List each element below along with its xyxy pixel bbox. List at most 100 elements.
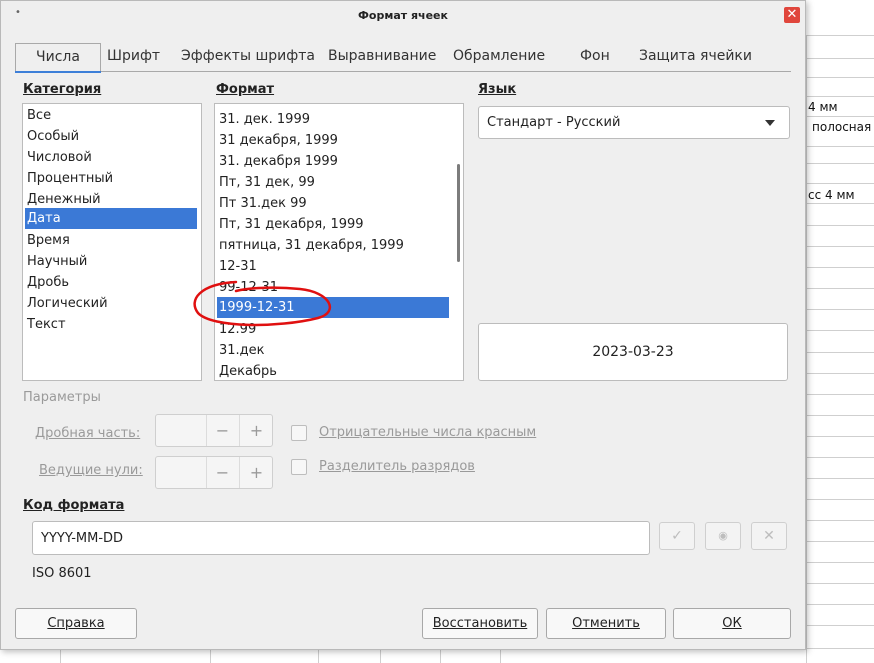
list-item[interactable]: Логический bbox=[25, 293, 199, 314]
list-item[interactable]: 12.99 bbox=[217, 319, 461, 340]
sheet-gridline bbox=[806, 96, 874, 97]
plus-icon[interactable]: + bbox=[240, 457, 273, 488]
tab-divider bbox=[15, 71, 791, 72]
sheet-gridline bbox=[806, 183, 874, 184]
sheet-gridline bbox=[806, 225, 874, 226]
format-listbox[interactable]: 31. дек. 1999 31 декабря, 1999 31. декаб… bbox=[214, 103, 464, 381]
help-button[interactable]: Справка bbox=[15, 608, 137, 639]
sheet-gridline bbox=[806, 35, 807, 663]
sheet-gridline bbox=[806, 146, 874, 147]
leading-zeros-label: Ведущие нули: bbox=[39, 463, 143, 478]
list-item[interactable]: Время bbox=[25, 230, 199, 251]
sheet-gridline bbox=[806, 330, 874, 331]
ok-button[interactable]: ОК bbox=[673, 608, 791, 639]
list-item[interactable]: Денежный bbox=[25, 189, 199, 210]
language-select[interactable]: Стандарт - Русский bbox=[478, 106, 790, 139]
sheet-cell: полосная 1 bbox=[812, 120, 874, 134]
list-item[interactable]: Декабрь bbox=[217, 361, 461, 380]
sheet-gridline bbox=[806, 457, 874, 458]
list-item[interactable]: Текст bbox=[25, 314, 199, 335]
chevron-down-icon bbox=[765, 120, 775, 126]
list-item[interactable]: Особый bbox=[25, 126, 199, 147]
list-item[interactable]: 31. дек. 1999 bbox=[217, 109, 461, 130]
list-item[interactable]: Дробь bbox=[25, 272, 199, 293]
decimal-places-label-text: Дробная часть: bbox=[35, 426, 141, 441]
sheet-gridline bbox=[806, 415, 874, 416]
sheet-gridline bbox=[380, 648, 381, 663]
sheet-gridline bbox=[806, 288, 874, 289]
list-item[interactable]: Числовой bbox=[25, 147, 199, 168]
language-value: Стандарт - Русский bbox=[487, 115, 621, 130]
tab-background[interactable]: Фон bbox=[580, 43, 610, 71]
format-code-comment: ISO 8601 bbox=[32, 566, 92, 581]
sheet-gridline bbox=[806, 35, 874, 36]
tab-font-effects[interactable]: Эффекты шрифта bbox=[181, 43, 315, 71]
sheet-gridline bbox=[806, 116, 874, 117]
sheet-gridline bbox=[500, 648, 501, 663]
tab-numbers[interactable]: Числа bbox=[15, 43, 101, 71]
minus-icon[interactable]: − bbox=[206, 415, 240, 446]
thousands-separator-label-text: Разделитель разрядов bbox=[319, 459, 475, 474]
tab-cell-protection[interactable]: Защита ячейки bbox=[639, 43, 752, 71]
format-code-input[interactable]: YYYY-MM-DD bbox=[32, 521, 650, 555]
sheet-gridline bbox=[806, 352, 874, 353]
plus-icon[interactable]: + bbox=[240, 415, 273, 446]
list-item[interactable]: Пт, 31 дек, 99 bbox=[217, 172, 461, 193]
list-item[interactable]: Научный bbox=[25, 251, 199, 272]
list-item-selected[interactable]: 1999-12-31 bbox=[217, 297, 449, 318]
format-code-label: Код формата bbox=[23, 498, 125, 513]
format-scrollbar[interactable] bbox=[457, 164, 460, 262]
sheet-cell: сс 4 мм bbox=[808, 188, 855, 202]
sheet-gridline bbox=[210, 648, 211, 663]
close-icon[interactable]: ✕ bbox=[784, 7, 800, 23]
sheet-gridline bbox=[806, 309, 874, 310]
list-item[interactable]: 31 декабря, 1999 bbox=[217, 130, 461, 151]
list-item[interactable]: Все bbox=[25, 105, 199, 126]
negative-red-label: Отрицательные числа красным bbox=[319, 425, 536, 440]
list-item[interactable]: Пт 31.дек 99 bbox=[217, 193, 461, 214]
active-tab-indicator bbox=[15, 71, 101, 73]
cancel-button[interactable]: Отменить bbox=[546, 608, 666, 639]
list-item[interactable]: 31. декабря 1999 bbox=[217, 151, 461, 172]
sheet-gridline bbox=[440, 648, 441, 663]
sheet-gridline bbox=[806, 77, 874, 78]
options-label: Параметры bbox=[23, 390, 101, 405]
eye-icon[interactable]: ◉ bbox=[705, 522, 741, 550]
list-item[interactable]: пятница, 31 декабря, 1999 bbox=[217, 235, 461, 256]
category-listbox[interactable]: Все Особый Числовой Процентный Денежный … bbox=[22, 103, 202, 381]
sheet-gridline bbox=[806, 58, 874, 59]
sheet-gridline bbox=[806, 478, 874, 479]
tab-font[interactable]: Шрифт bbox=[107, 43, 160, 71]
tab-alignment[interactable]: Выравнивание bbox=[328, 43, 436, 71]
list-item[interactable]: 12-31 bbox=[217, 256, 461, 277]
negative-red-checkbox[interactable] bbox=[291, 425, 307, 441]
minus-icon[interactable]: − bbox=[206, 457, 240, 488]
negative-red-label-text: Отрицательные числа красным bbox=[319, 425, 537, 440]
x-icon[interactable]: ✕ bbox=[751, 522, 787, 550]
decimal-places-input[interactable] bbox=[156, 415, 207, 446]
sheet-gridline bbox=[60, 648, 61, 663]
list-item[interactable]: Пт, 31 декабря, 1999 bbox=[217, 214, 461, 235]
list-item[interactable]: Процентный bbox=[25, 168, 199, 189]
reset-button-label: Восстановить bbox=[432, 616, 528, 631]
thousands-separator-checkbox[interactable] bbox=[291, 459, 307, 475]
sheet-gridline bbox=[806, 246, 874, 247]
sheet-gridline bbox=[806, 203, 874, 204]
leading-zeros-stepper[interactable]: − + bbox=[155, 456, 273, 489]
tab-borders[interactable]: Обрамление bbox=[453, 43, 545, 71]
leading-zeros-input[interactable] bbox=[156, 457, 207, 488]
list-item-selected[interactable]: Дата bbox=[25, 208, 197, 229]
format-preview: 2023-03-23 bbox=[478, 323, 788, 381]
help-button-label: Справка bbox=[47, 616, 105, 631]
reset-button[interactable]: Восстановить bbox=[422, 608, 538, 639]
sheet-gridline bbox=[806, 625, 874, 626]
list-item[interactable]: 31.дек bbox=[217, 340, 461, 361]
ok-button-label: ОК bbox=[722, 616, 742, 631]
list-item[interactable]: 99-12-31 bbox=[217, 277, 461, 298]
dialog-title: Формат ячеек bbox=[358, 9, 448, 22]
decimal-places-stepper[interactable]: − + bbox=[155, 414, 273, 447]
check-icon[interactable]: ✓ bbox=[659, 522, 695, 550]
title-bar[interactable]: • Формат ячеек ✕ bbox=[1, 1, 805, 31]
format-label: Формат bbox=[216, 82, 275, 97]
sheet-gridline bbox=[806, 436, 874, 437]
